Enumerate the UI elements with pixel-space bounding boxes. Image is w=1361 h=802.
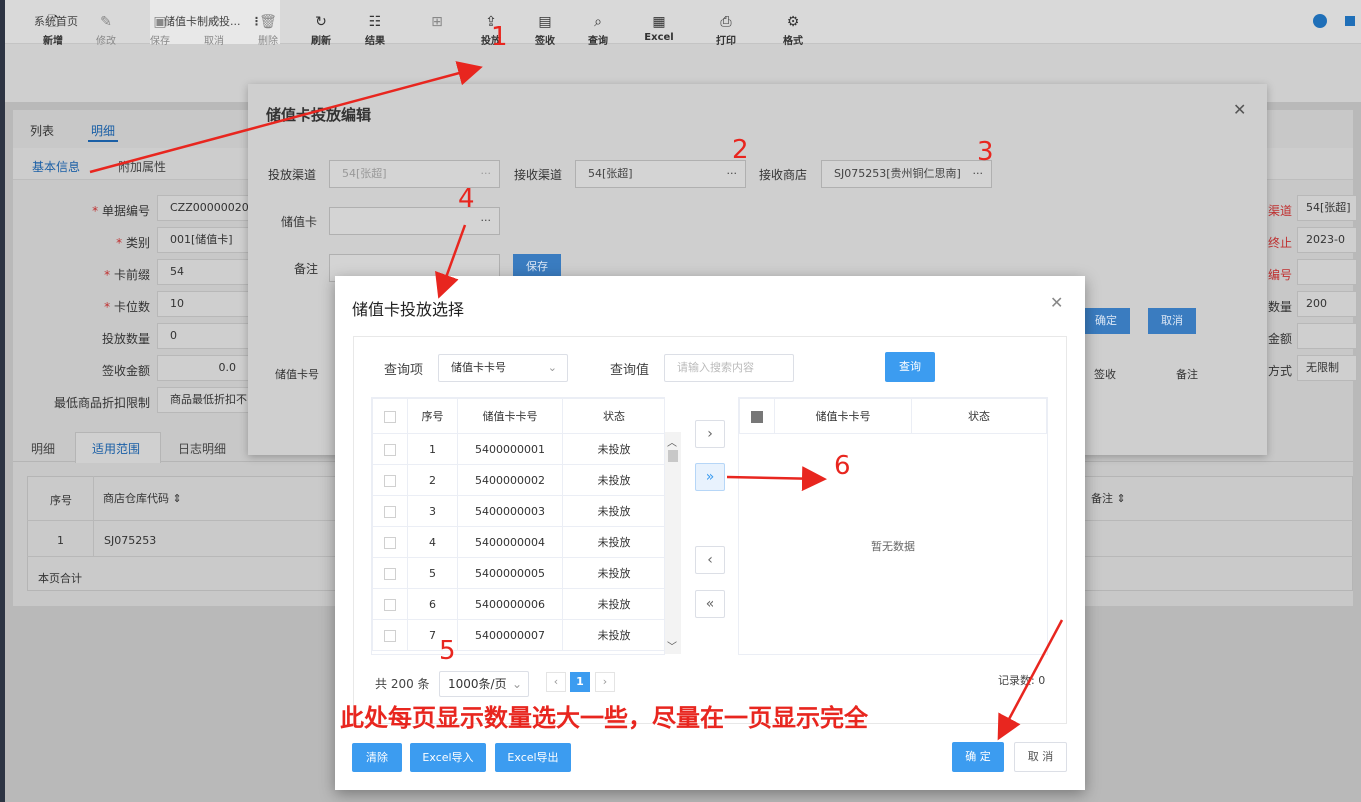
arrow-to-move-all	[726, 466, 827, 492]
annotation-arrows	[89, 61, 1064, 741]
annotation-number: 6	[834, 451, 851, 481]
annotation-number: 2	[732, 135, 749, 165]
annotation-number: 4	[458, 184, 475, 214]
arrow-to-issue-button	[89, 61, 483, 174]
arrow-to-confirm	[997, 619, 1064, 741]
annotation-number: 5	[439, 636, 456, 666]
annotation-number: 1	[491, 22, 508, 52]
arrow-to-card-dialog	[435, 224, 467, 299]
annotation-note: 此处每页显示数量选大一些，尽量在一页显示完全	[340, 704, 868, 732]
annotation-number: 3	[977, 137, 994, 167]
